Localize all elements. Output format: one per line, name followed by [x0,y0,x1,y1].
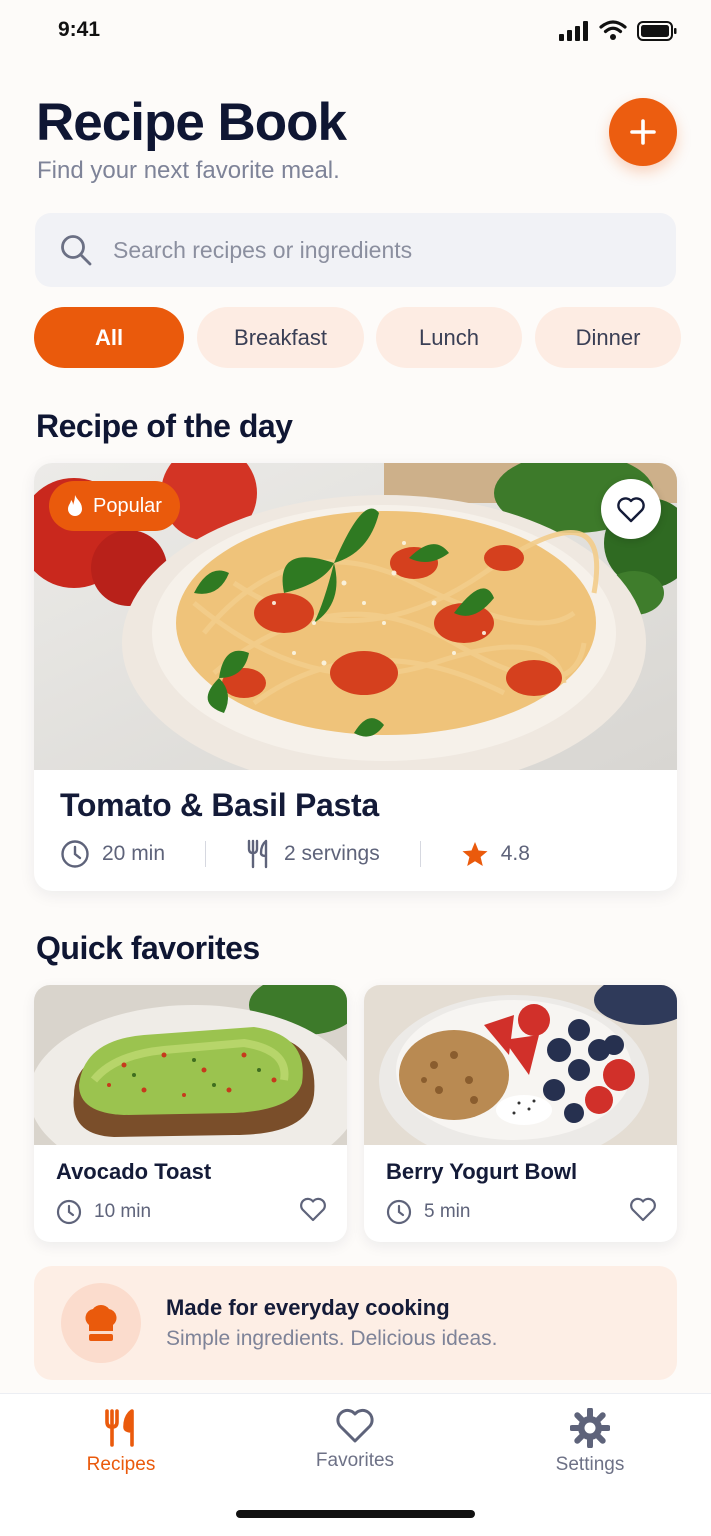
add-recipe-button[interactable] [609,98,677,166]
status-icons [559,20,677,41]
rating: 4.8 [461,841,530,868]
heart-icon [617,496,645,522]
servings: 2 servings [246,839,380,869]
rating-value: 4.8 [500,842,530,865]
chef-hat-icon [61,1283,141,1363]
section-title-recipe-of-day: Recipe of the day [36,408,293,444]
page-title: Recipe Book [36,93,347,152]
wifi-icon [599,20,627,40]
tab-favorites-label: Favorites [315,1450,395,1471]
star-icon [462,841,488,866]
category-chip-dinner[interactable]: Dinner [535,307,681,368]
featured-recipe-meta: 20 min 2 servings 4.8 [60,839,530,869]
battery-icon [637,20,677,41]
gear-icon [570,1408,610,1448]
popular-badge: Popular [49,481,180,531]
tab-recipes-label: Recipes [86,1454,156,1475]
tab-favorites[interactable]: Favorites [275,1408,435,1472]
quick-favorite-card[interactable]: Berry Yogurt Bowl 5 min [364,985,677,1242]
flame-icon [68,495,82,516]
cook-time: 20 min [60,839,165,869]
fork-knife-icon [105,1409,134,1447]
quick-favorite-time: 5 min [386,1199,470,1225]
cellular-signal-icon [559,20,588,41]
status-bar: 9:41 [0,0,711,64]
cook-time-label: 20 min [102,842,166,865]
meta-divider [205,841,207,867]
plus-icon [630,119,656,145]
tab-recipes[interactable]: Recipes [41,1408,201,1476]
popular-badge-label: Popular [93,494,162,517]
quick-favorite-time: 10 min [56,1199,151,1225]
page-subtitle: Find your next favorite meal. [37,157,340,184]
section-title-quick-favorites: Quick favorites [36,930,260,966]
berry-yogurt-bowl-image [364,985,677,1145]
servings-label: 2 servings [284,842,380,865]
banner-title: Made for everyday cooking [166,1295,450,1320]
category-chip-breakfast[interactable]: Breakfast [197,307,364,368]
search-input[interactable]: Search recipes or ingredients [113,237,412,264]
quick-favorite-card[interactable]: Avocado Toast 10 min [34,985,347,1242]
quick-favorite-title: Avocado Toast [56,1159,212,1184]
banner-subtitle: Simple ingredients. Delicious ideas. [166,1327,498,1350]
status-time: 9:41 [58,18,101,41]
quick-favorite-time-label: 10 min [94,1201,152,1222]
heart-icon [336,1408,374,1443]
tab-settings-label: Settings [555,1454,625,1475]
category-chip-all[interactable]: All [34,307,184,368]
featured-recipe-card[interactable]: Popular Tomato & Basil Pasta 20 min 2 se… [34,463,677,891]
info-banner: Made for everyday cooking Simple ingredi… [34,1266,677,1380]
clock-icon [56,1199,82,1225]
clock-icon [386,1199,412,1225]
quick-favorite-title: Berry Yogurt Bowl [386,1159,578,1184]
fork-knife-icon [247,839,268,869]
quick-favorite-time-label: 5 min [424,1201,471,1222]
clock-icon [61,840,89,868]
featured-recipe-title: Tomato & Basil Pasta [60,787,379,823]
search-bar[interactable]: Search recipes or ingredients [35,213,676,287]
category-chip-lunch[interactable]: Lunch [376,307,522,368]
search-icon [61,235,92,266]
chef-hat-glyph [85,1305,117,1341]
heart-icon[interactable] [299,1197,327,1222]
meta-divider [419,841,421,867]
home-indicator[interactable] [236,1510,475,1518]
tab-settings[interactable]: Settings [510,1408,670,1476]
avocado-toast-image [34,985,347,1145]
heart-icon[interactable] [629,1197,657,1222]
favorite-button[interactable] [601,479,661,539]
